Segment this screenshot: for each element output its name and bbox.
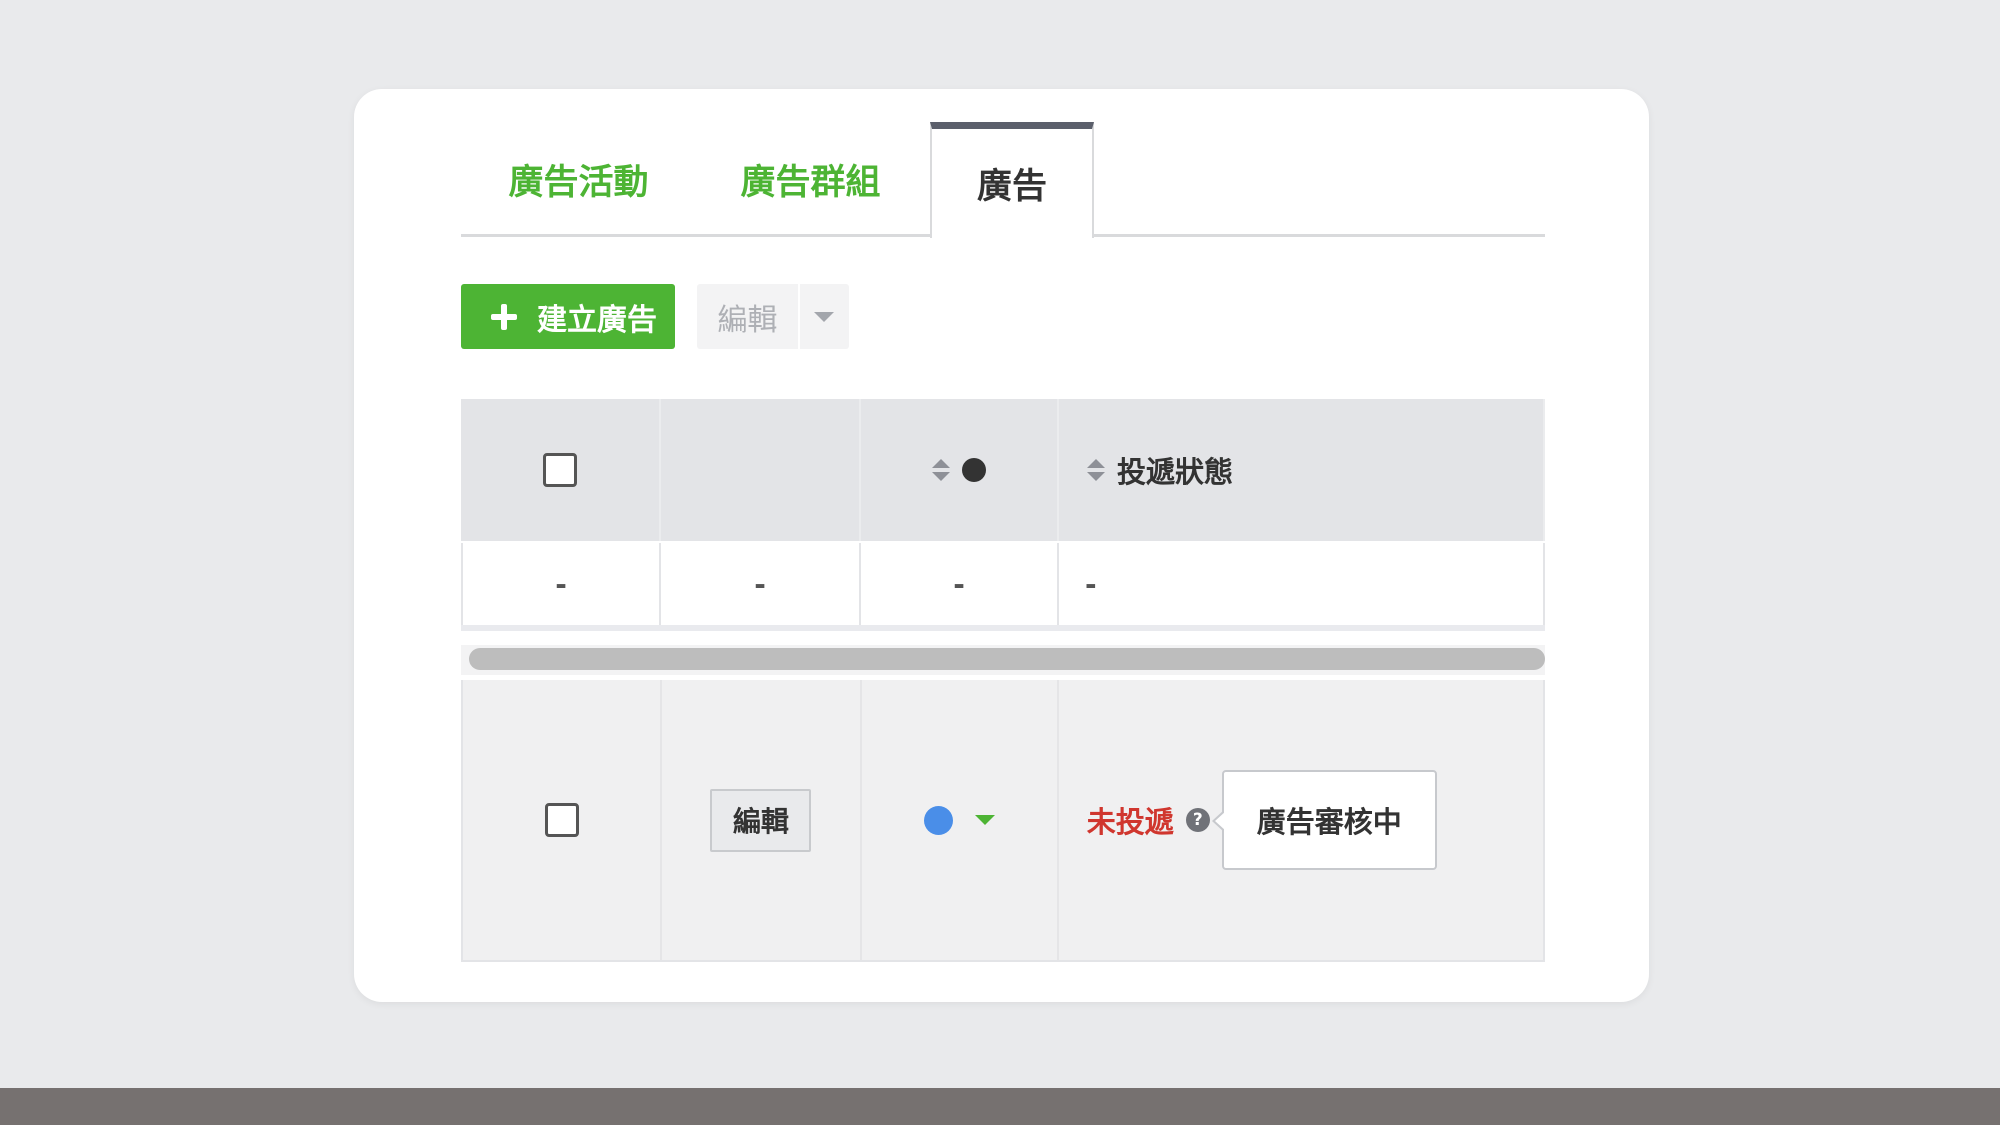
header-onoff-cell[interactable] [861,399,1059,541]
summary-cell: - [461,543,661,625]
header-delivery-status-cell[interactable]: 投遞狀態 [1059,399,1545,541]
row-checkbox[interactable] [544,803,579,837]
sort-icon[interactable] [1087,459,1105,481]
row-onoff-cell [862,680,1059,960]
sort-icon[interactable] [932,459,950,481]
summary-value: - [754,567,766,601]
status-tooltip: 廣告審核中 [1211,770,1437,870]
summary-cell: - [861,543,1059,625]
plus-icon [491,303,517,330]
edit-dropdown-button: 編輯 [697,284,849,349]
table-row: 編輯 未投遞 ? 廣告審核中 [461,680,1545,962]
summary-value: - [555,567,567,601]
horizontal-scrollbar-thumb[interactable] [469,648,1545,670]
horizontal-scroll-area [461,637,1545,677]
tab-ad-groups[interactable]: 廣告群組 [713,122,908,237]
chevron-down-icon [974,815,995,825]
tab-campaigns[interactable]: 廣告活動 [481,122,676,237]
onoff-toggle-dropdown[interactable] [923,805,995,835]
create-ad-button[interactable]: 建立廣告 [461,284,675,349]
row-edit-cell: 編輯 [662,680,862,960]
summary-cell: - [1059,543,1545,625]
status-dot-icon [923,805,953,835]
ads-table: 投遞狀態 - - - - 編輯 未投遞 ? 廣告審核中 [461,399,1545,962]
status-dot-icon [962,458,986,482]
create-ad-label: 建立廣告 [537,302,657,338]
chevron-down-icon [814,311,835,322]
delivery-status-value: 未投遞 [1086,805,1174,839]
table-header-row: 投遞狀態 [461,399,1545,541]
summary-value: - [953,567,965,601]
tab-bar: 廣告活動 廣告群組 廣告 [461,122,1545,238]
header-edit-cell [661,399,861,541]
row-edit-button[interactable]: 編輯 [710,788,812,852]
summary-value: - [1085,567,1097,601]
footer-bar [0,1088,2000,1125]
row-select-cell [463,680,663,960]
summary-cell: - [661,543,861,625]
row-delivery-status-cell: 未投遞 ? 廣告審核中 [1059,680,1543,960]
delivery-status-header: 投遞狀態 [1117,455,1234,489]
select-all-checkbox[interactable] [543,453,577,487]
help-icon[interactable]: ? [1185,808,1210,832]
header-select-cell [461,399,661,541]
edit-button[interactable]: 編輯 [697,284,800,349]
summary-row: - - - - [461,543,1545,631]
tab-ads[interactable]: 廣告 [930,122,1094,238]
edit-menu-toggle[interactable] [800,284,849,349]
